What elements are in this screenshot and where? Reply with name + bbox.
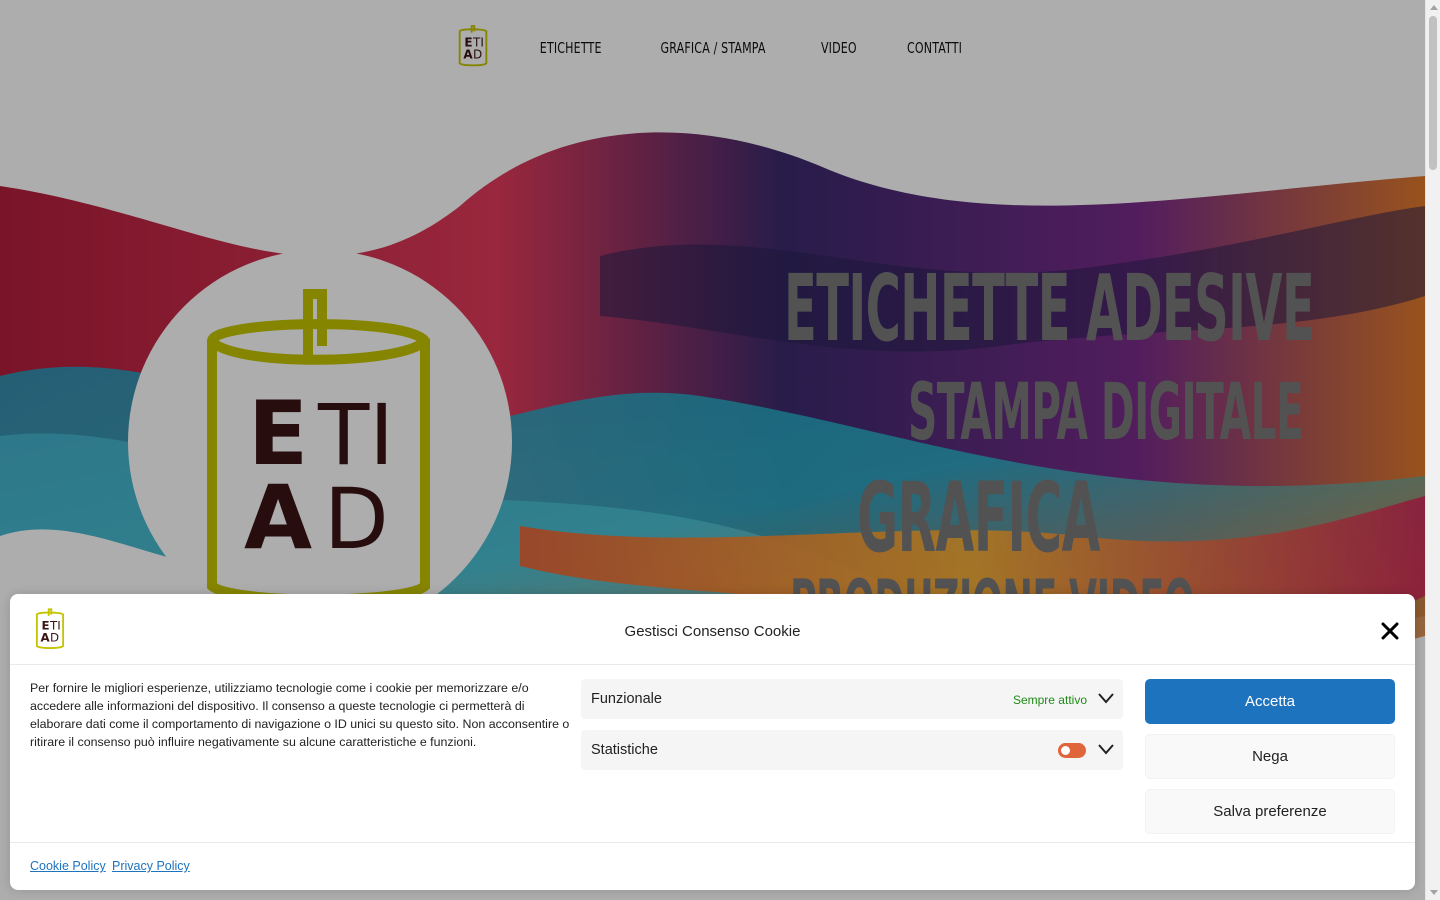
always-active-label: Sempre attivo <box>1012 693 1087 707</box>
deny-button[interactable]: Nega <box>1145 734 1395 779</box>
chevron-down-icon[interactable] <box>1097 742 1115 756</box>
cookie-banner-title: Gestisci Consenso Cookie <box>624 623 801 640</box>
cookie-consent-banner: E TI A D Gestisci Consenso Cookie Per fo… <box>10 594 1415 890</box>
scrollbar-thumb[interactable] <box>1429 16 1437 170</box>
chevron-down-icon[interactable] <box>1097 691 1115 705</box>
privacy-policy-link[interactable]: Privacy Policy <box>112 859 190 873</box>
statistics-toggle[interactable] <box>1058 743 1086 758</box>
cookie-banner-description: Per fornire le migliori esperienze, util… <box>30 681 570 749</box>
category-label: Statistiche <box>591 742 658 758</box>
toggle-knob <box>1061 746 1070 755</box>
cookie-banner-header: E TI A D Gestisci Consenso Cookie <box>10 594 1415 665</box>
category-label: Funzionale <box>591 691 662 707</box>
cookie-category-funzionale[interactable]: Funzionale Sempre attivo <box>581 679 1123 719</box>
cookie-policy-link[interactable]: Cookie Policy <box>30 859 106 873</box>
cookie-banner-footer: Cookie Policy Privacy Policy <box>10 842 1415 890</box>
cookie-category-statistiche[interactable]: Statistiche <box>581 730 1123 770</box>
scroll-down-icon[interactable] <box>1430 890 1438 895</box>
page-scrollbar[interactable] <box>1425 0 1440 900</box>
save-preferences-button[interactable]: Salva preferenze <box>1145 789 1395 834</box>
accept-button[interactable]: Accetta <box>1145 679 1395 724</box>
close-icon[interactable] <box>1381 622 1399 640</box>
scroll-up-icon[interactable] <box>1430 5 1438 10</box>
